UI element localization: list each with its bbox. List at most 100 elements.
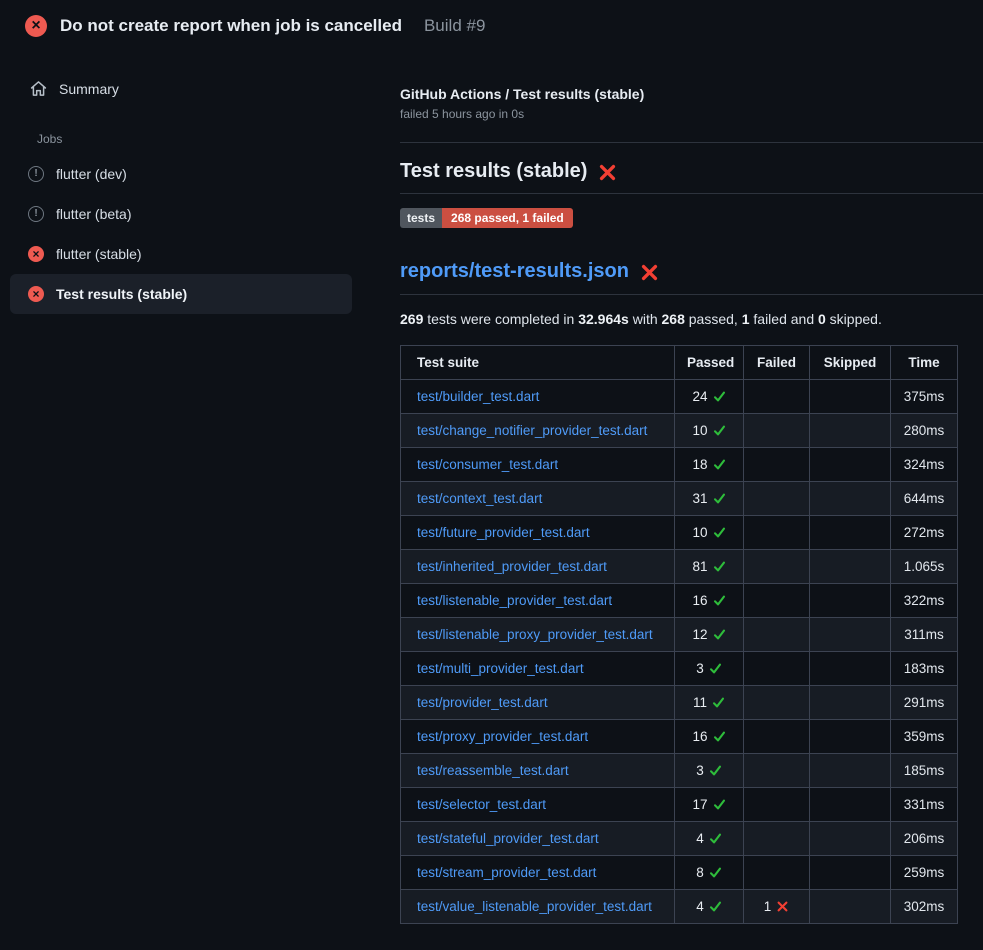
time-cell: 311ms bbox=[891, 618, 958, 652]
test-suite-cell: test/proxy_provider_test.dart bbox=[401, 720, 675, 754]
passed-cell: 3 bbox=[675, 754, 744, 788]
skipped-cell bbox=[810, 448, 891, 482]
build-number: Build #9 bbox=[424, 16, 485, 36]
test-suite-cell: test/reassemble_test.dart bbox=[401, 754, 675, 788]
summary-text-fragment: failed and bbox=[750, 311, 819, 327]
passed-count: 11 bbox=[693, 695, 707, 710]
neutral-status-icon bbox=[28, 206, 44, 222]
divider bbox=[400, 193, 983, 194]
test-suite-link[interactable]: test/value_listenable_provider_test.dart bbox=[417, 899, 652, 914]
time-cell: 644ms bbox=[891, 482, 958, 516]
sidebar-item-summary[interactable]: Summary bbox=[10, 72, 352, 105]
test-suite-link[interactable]: test/listenable_provider_test.dart bbox=[417, 593, 612, 608]
time-cell: 185ms bbox=[891, 754, 958, 788]
failed-cell bbox=[744, 652, 810, 686]
skipped-cell bbox=[810, 550, 891, 584]
summary-text-fragment: with bbox=[629, 311, 662, 327]
skipped-cell bbox=[810, 754, 891, 788]
time-cell: 291ms bbox=[891, 686, 958, 720]
skipped-cell bbox=[810, 380, 891, 414]
test-suite-cell: test/stream_provider_test.dart bbox=[401, 856, 675, 890]
column-header-failed: Failed bbox=[744, 346, 810, 380]
run-status-line: failed 5 hours ago in 0s bbox=[400, 107, 983, 121]
test-results-table: Test suite Passed Failed Skipped Time te… bbox=[400, 345, 958, 924]
sidebar-item-flutter-beta[interactable]: flutter (beta) bbox=[10, 194, 352, 234]
test-suite-link[interactable]: test/listenable_proxy_provider_test.dart bbox=[417, 627, 653, 642]
test-suite-link[interactable]: test/proxy_provider_test.dart bbox=[417, 729, 588, 744]
failed-x-icon bbox=[640, 263, 659, 282]
test-suite-cell: test/stateful_provider_test.dart bbox=[401, 822, 675, 856]
test-suite-link[interactable]: test/context_test.dart bbox=[417, 491, 542, 506]
report-title: Test results (stable) bbox=[400, 160, 587, 183]
time-cell: 324ms bbox=[891, 448, 958, 482]
sidebar-item-flutter-dev[interactable]: flutter (dev) bbox=[10, 154, 352, 194]
skipped-count: 0 bbox=[818, 311, 826, 327]
report-file-link[interactable]: reports/test-results.json bbox=[400, 260, 629, 283]
column-header-test-suite: Test suite bbox=[401, 346, 675, 380]
passed-cell: 18 bbox=[675, 448, 744, 482]
passed-count: 17 bbox=[692, 797, 707, 812]
time-cell: 331ms bbox=[891, 788, 958, 822]
sidebar-item-test-results-stable[interactable]: Test results (stable) bbox=[10, 274, 352, 314]
time-cell: 1.065s bbox=[891, 550, 958, 584]
test-suite-link[interactable]: test/inherited_provider_test.dart bbox=[417, 559, 607, 574]
test-suite-link[interactable]: test/change_notifier_provider_test.dart bbox=[417, 423, 647, 438]
time-cell: 359ms bbox=[891, 720, 958, 754]
table-row: test/reassemble_test.dart 3 185ms bbox=[401, 754, 958, 788]
results-table-body: test/builder_test.dart24375mstest/change… bbox=[401, 380, 958, 924]
table-row: test/change_notifier_provider_test.dart 1… bbox=[401, 414, 958, 448]
passed-cell: 16 bbox=[675, 584, 744, 618]
test-suite-link[interactable]: test/provider_test.dart bbox=[417, 695, 548, 710]
passed-count: 18 bbox=[692, 457, 707, 472]
failed-cell bbox=[744, 414, 810, 448]
check-icon bbox=[713, 798, 726, 811]
failed-x-icon bbox=[598, 163, 617, 182]
failed-cell bbox=[744, 618, 810, 652]
failed-cell bbox=[744, 448, 810, 482]
test-suite-link[interactable]: test/reassemble_test.dart bbox=[417, 763, 569, 778]
time-cell: 259ms bbox=[891, 856, 958, 890]
test-suite-link[interactable]: test/future_provider_test.dart bbox=[417, 525, 590, 540]
failed-cell bbox=[744, 550, 810, 584]
skipped-cell bbox=[810, 516, 891, 550]
table-row: test/builder_test.dart24375ms bbox=[401, 380, 958, 414]
summary-text-fragment: skipped. bbox=[826, 311, 882, 327]
passed-cell: 17 bbox=[675, 788, 744, 822]
page-title: Do not create report when job is cancell… bbox=[60, 16, 402, 36]
failed-count: 1 bbox=[764, 899, 772, 914]
passed-cell: 10 bbox=[675, 414, 744, 448]
passed-count: 12 bbox=[692, 627, 707, 642]
passed-count: 3 bbox=[696, 763, 704, 778]
failed-cell bbox=[744, 856, 810, 890]
workflow-run-header: Do not create report when job is cancell… bbox=[0, 0, 983, 50]
passed-count: 4 bbox=[696, 899, 704, 914]
passed-count: 16 bbox=[692, 593, 707, 608]
skipped-cell bbox=[810, 652, 891, 686]
table-row: test/listenable_provider_test.dart16322m… bbox=[401, 584, 958, 618]
skipped-cell bbox=[810, 856, 891, 890]
test-suite-link[interactable]: test/stateful_provider_test.dart bbox=[417, 831, 599, 846]
skipped-cell bbox=[810, 584, 891, 618]
passed-count: 3 bbox=[696, 661, 704, 676]
passed-cell: 31 bbox=[675, 482, 744, 516]
test-suite-link[interactable]: test/stream_provider_test.dart bbox=[417, 865, 596, 880]
test-suite-link[interactable]: test/selector_test.dart bbox=[417, 797, 546, 812]
divider bbox=[400, 294, 983, 295]
failed-cell bbox=[744, 754, 810, 788]
test-suite-link[interactable]: test/consumer_test.dart bbox=[417, 457, 558, 472]
failed-cell bbox=[744, 686, 810, 720]
table-row: test/stream_provider_test.dart8259ms bbox=[401, 856, 958, 890]
failed-cell bbox=[744, 380, 810, 414]
failed-cell bbox=[744, 516, 810, 550]
sidebar-item-flutter-stable[interactable]: flutter (stable) bbox=[10, 234, 352, 274]
time-cell: 206ms bbox=[891, 822, 958, 856]
check-icon bbox=[709, 832, 722, 845]
test-suite-cell: test/context_test.dart bbox=[401, 482, 675, 516]
cross-icon bbox=[776, 900, 789, 913]
jobs-section-label: Jobs bbox=[37, 132, 352, 146]
test-suite-cell: test/inherited_provider_test.dart bbox=[401, 550, 675, 584]
test-suite-link[interactable]: test/multi_provider_test.dart bbox=[417, 661, 584, 676]
failed-cell bbox=[744, 584, 810, 618]
time-cell: 302ms bbox=[891, 890, 958, 924]
test-suite-link[interactable]: test/builder_test.dart bbox=[417, 389, 539, 404]
